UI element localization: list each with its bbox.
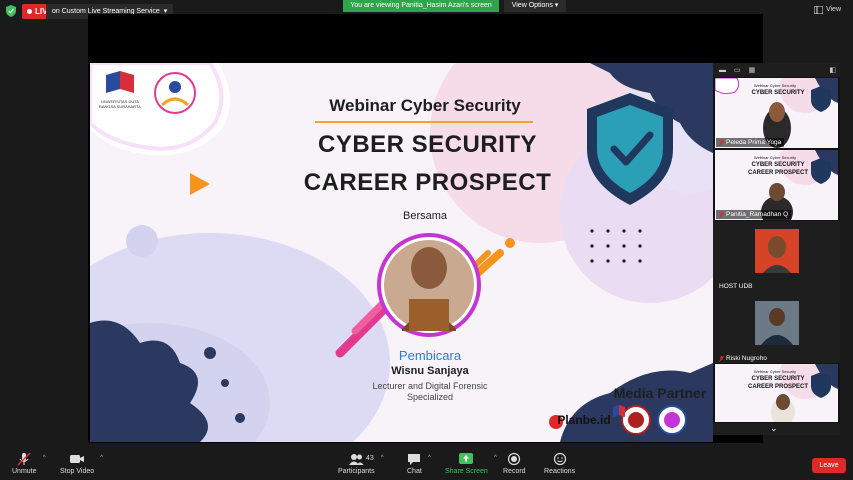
grid-view-icon xyxy=(813,6,823,14)
zoom-window: LIVE on Custom Live Streaming Service ▾ … xyxy=(0,0,853,480)
caret-up-icon[interactable]: ^ xyxy=(428,455,431,461)
slide-title-line1: CYBER SECURITY xyxy=(317,131,538,158)
participant-name-tag: Peleda Prima Yoga xyxy=(716,138,785,147)
participants-label: Participants xyxy=(338,468,375,475)
share-screen-icon xyxy=(459,453,474,464)
speaker-view-icon[interactable]: ▭ xyxy=(734,66,741,74)
pembicara-label: Pembicara xyxy=(398,348,462,363)
caret-up-icon[interactable]: ^ xyxy=(100,455,103,461)
reactions-label: Reactions xyxy=(544,468,576,475)
heading-underline xyxy=(315,121,533,123)
live-dot-icon xyxy=(27,9,32,14)
shared-slide: UNIVERSITAS DUTA BANGSA SURAKARTA Webina… xyxy=(90,63,713,442)
video-camera-icon xyxy=(70,455,85,463)
view-button[interactable]: View xyxy=(808,3,847,17)
participant-name: Riski Nugroho xyxy=(726,355,767,362)
participant-name-tag: Panitia_Ramadhan Q xyxy=(716,210,792,219)
video-tile[interactable]: HOST UDB xyxy=(713,221,840,293)
slide-title-line2: CAREER PROSPECT xyxy=(303,169,552,196)
mini-slide-title: Webinar Cyber Security xyxy=(753,83,797,88)
muted-mic-icon xyxy=(17,452,31,466)
bem-logo-text: BEM FICOM xyxy=(626,432,640,442)
unmute-label: Unmute xyxy=(12,468,37,475)
chat-label: Chat xyxy=(407,468,422,475)
mini-slide-line1: CYBER SECURITY xyxy=(751,376,805,382)
record-button[interactable]: Record xyxy=(503,452,526,475)
mini-slide-title: Webinar Cyber Security xyxy=(753,155,797,160)
share-screen-button[interactable]: Share Screen ^ xyxy=(445,452,497,475)
view-options-button[interactable]: View Options ▾ xyxy=(504,0,566,12)
video-tile[interactable]: Riski Nugroho xyxy=(713,293,840,365)
mini-slide-line2: CAREER PROSPECT xyxy=(747,170,808,176)
security-shield-icon[interactable] xyxy=(6,5,16,17)
participant-name-tag: HOST UDB xyxy=(716,282,755,291)
speaker-role: Lecturer and Digital Forensic Specialize… xyxy=(372,381,488,402)
participant-name: Panitia_Ramadhan Q xyxy=(726,211,789,218)
media-partner-label: Media Partner xyxy=(613,385,707,401)
video-tile[interactable]: Webinar Cyber Security CYBER SECURITY CA… xyxy=(713,149,840,221)
gallery-view-icon[interactable]: ▦ xyxy=(749,66,756,74)
stop-video-button[interactable]: Stop Video ^ xyxy=(60,452,103,475)
participant-name: HOST UDB xyxy=(719,283,753,290)
share-screen-label: Share Screen xyxy=(445,468,488,475)
unmute-button[interactable]: Unmute ^ xyxy=(12,452,46,475)
mini-slide-line1: CYBER SECURITY xyxy=(751,162,805,168)
chat-bubble-icon xyxy=(408,454,421,465)
mini-slide-title: Webinar Cyber Security xyxy=(753,369,797,374)
participant-name-tag: Riski Nugroho xyxy=(716,354,770,363)
record-label: Record xyxy=(503,468,526,475)
exit-panel-icon[interactable]: ◧ xyxy=(829,66,836,74)
caret-up-icon[interactable]: ^ xyxy=(43,455,46,461)
video-tile[interactable]: Webinar Cyber Security CYBER SECURITY CA… xyxy=(713,363,840,423)
viewing-banner: You are viewing Panitia_Hasim Azari's sc… xyxy=(343,0,499,12)
smiley-plus-icon xyxy=(553,452,566,466)
caret-down-icon: ▾ xyxy=(554,2,559,9)
panel-toolbar: ▬ ▭ ▦ ◧ xyxy=(713,63,840,77)
meeting-toolbar xyxy=(0,450,853,480)
slide-heading: Webinar Cyber Security xyxy=(329,96,521,115)
muted-mic-icon xyxy=(719,139,724,146)
video-tile[interactable]: Webinar Cyber Security CYBER SECURITY Pe… xyxy=(713,77,840,149)
view-options-label: View Options xyxy=(511,2,553,9)
leave-button[interactable]: Leave xyxy=(812,458,846,473)
univ-logo-text: UNIVERSITAS DUTA BANGSA SURAKARTA xyxy=(99,99,141,109)
participant-avatar xyxy=(755,229,799,273)
caret-up-icon[interactable]: ^ xyxy=(494,455,497,461)
scroll-down-chevron-icon[interactable]: ⌄ xyxy=(770,423,778,434)
speaker-name: Wisnu Sanjaya xyxy=(391,365,469,377)
muted-mic-icon xyxy=(719,211,724,218)
participant-name: Peleda Prima Yoga xyxy=(726,139,782,146)
reactions-button[interactable]: Reactions xyxy=(544,452,575,475)
record-icon xyxy=(508,452,521,466)
mini-slide-thumbnail: Webinar Cyber Security CYBER SECURITY CA… xyxy=(715,364,838,422)
chat-button[interactable]: Chat ^ xyxy=(407,452,431,475)
minimize-icon[interactable]: ▬ xyxy=(719,67,726,74)
planbe-logo-text: Planbe.id xyxy=(557,413,611,427)
view-button-label: View xyxy=(825,6,841,13)
caret-up-icon[interactable]: ^ xyxy=(381,455,384,461)
participant-avatar xyxy=(755,301,799,345)
bersama-label: Bersama xyxy=(402,210,448,222)
participants-count: 43 xyxy=(366,455,374,462)
stop-video-label: Stop Video xyxy=(60,468,95,475)
mini-slide-line2: CAREER PROSPECT xyxy=(747,384,808,390)
mini-slide-line1: CYBER SECURITY xyxy=(751,90,805,96)
participants-icon xyxy=(349,454,364,465)
muted-mic-icon xyxy=(719,355,724,362)
